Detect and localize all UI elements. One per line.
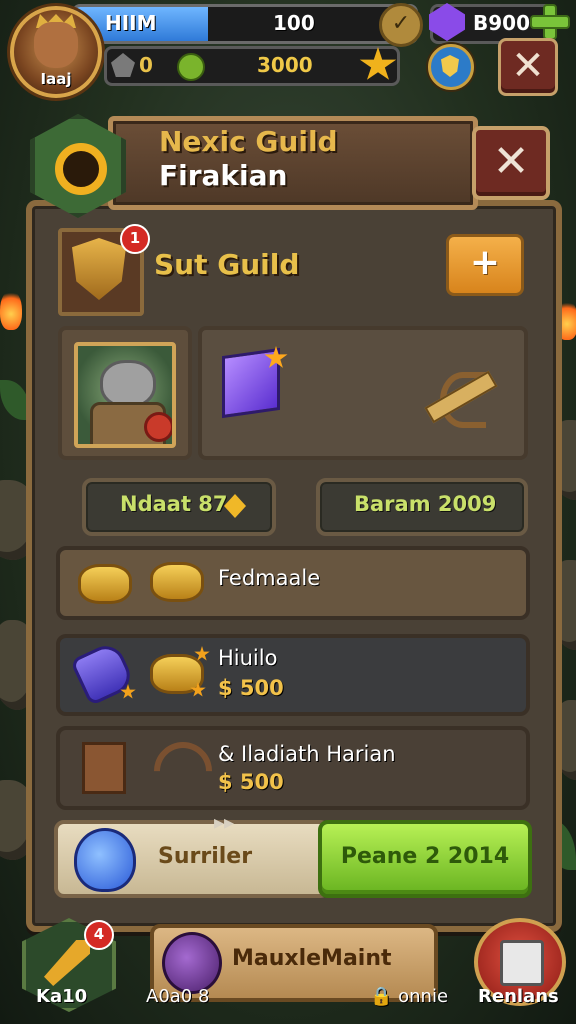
crest-notification-badge: 1 [120,224,150,254]
main-menu-label: MauxleMaint [232,946,392,971]
row-label: Hiuilo [218,646,278,670]
hp-value: 100 [273,11,315,35]
gem-icon [429,3,465,41]
crest-shield-icon [72,238,126,300]
stat-left-value: Ndaat 87 [120,492,228,516]
row-label: Fedmaale [218,566,321,590]
nav-mid-label: A0a0 8 [146,986,210,1007]
scroll-icon [150,562,204,602]
guild-subtitle: Firakian [159,159,288,192]
shield-button[interactable] [428,44,474,90]
orb-icon [162,932,222,994]
close-top-button[interactable]: ✕ [498,38,558,96]
gem-value: B900 [473,11,530,35]
robot-character [74,342,176,448]
list-item[interactable]: Fedmaale [56,546,530,620]
hp-check-icon[interactable]: ✓ [379,3,423,47]
summon-label: Surriler [158,844,253,869]
add-green-icon[interactable] [530,4,570,40]
close-panel-button[interactable]: ✕ [472,126,550,200]
resource-bar: 0 3000 [104,46,400,86]
row-label: & Iladiath Harian [218,742,396,766]
nav-rewards-label: Renlans [478,986,559,1007]
list-item[interactable]: & Iladiath Harian $ 500 [56,726,530,813]
confirm-button[interactable]: Peane 2 2014 [318,820,532,898]
bow-icon [141,729,225,813]
quest-notification-badge: 4 [84,920,114,950]
hp-label: HIIM [105,11,157,35]
ring-icon [55,143,107,195]
arrows-icon: ▸▸ [214,810,235,834]
avatar-face [34,22,78,68]
nav-quest-label: Ka10 [36,986,88,1007]
loot-display [198,326,528,460]
gold-value: 3000 [257,53,313,77]
confirm-label: Peane 2 2014 [340,844,510,869]
guild-title-plate: Nexic Guild Firakian [108,116,478,210]
robot-head [100,360,156,408]
player-name: Iaaj [40,70,72,88]
crate-icon [82,742,126,794]
crossbow-icon[interactable] [424,358,498,428]
potion-icon [74,828,136,892]
ore-icon [111,53,135,77]
locked-label: 🔒 onnie [370,986,449,1007]
scroll-icon [78,564,132,604]
green-coin-icon [177,53,205,81]
top-hud: HIIM 100 ✓ Iaaj 0 3000 B900 ✕ [0,0,576,100]
stat-pill-right: Baram 2009 [316,478,528,536]
add-guild-button[interactable]: + [446,234,524,296]
ore-value: 0 [139,53,153,77]
gold-star-icon[interactable] [359,47,397,80]
summon-button[interactable]: Surriler [54,820,330,898]
list-item[interactable]: Hiuilo $ 500 [56,634,530,716]
gear-icon [144,412,172,442]
document-icon [500,940,544,986]
guild-title: Nexic Guild [159,125,338,158]
quill-icon [44,940,90,986]
row-price: $ 500 [218,676,284,700]
stat-pill-left: Ndaat 87 [82,478,276,536]
row-price: $ 500 [218,770,284,794]
player-avatar[interactable]: Iaaj [10,6,102,98]
character-portrait[interactable] [58,326,192,460]
hp-bar: HIIM 100 ✓ [72,3,423,47]
stat-right-value: Baram 2009 [354,492,497,516]
shield-icon [441,55,459,77]
guild-name: Sut Guild [154,248,300,281]
